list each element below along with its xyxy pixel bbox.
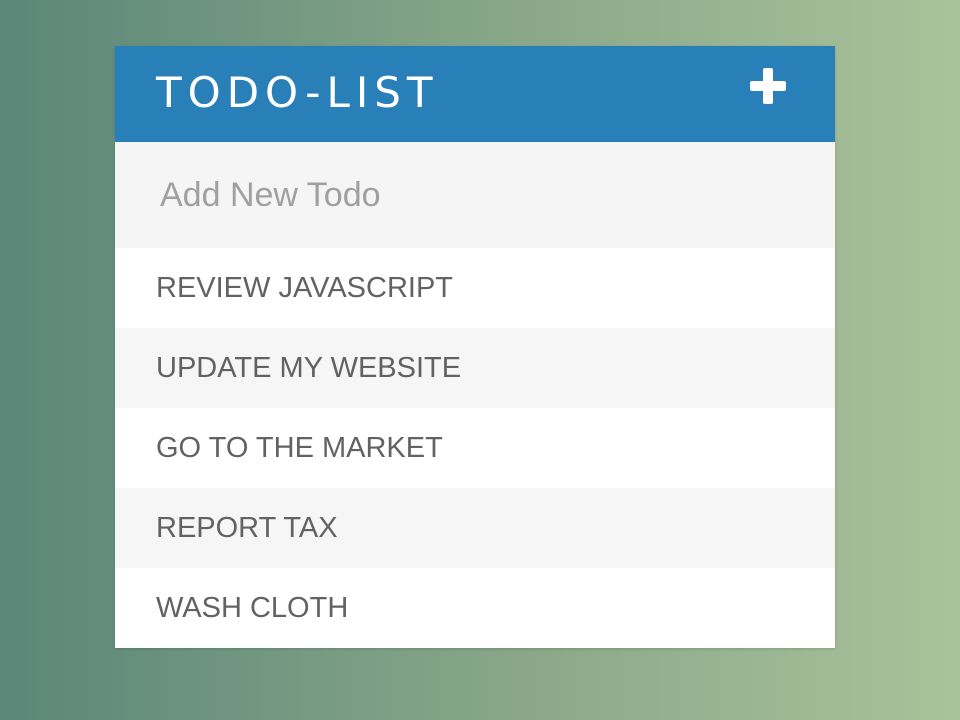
todo-card: TODO-LIST REVIEW JAVASCRIPT UPDATE MY WE… bbox=[115, 46, 835, 648]
todo-list: REVIEW JAVASCRIPT UPDATE MY WEBSITE GO T… bbox=[115, 248, 835, 648]
add-todo-button[interactable] bbox=[748, 66, 788, 106]
todo-header: TODO-LIST bbox=[115, 46, 835, 142]
todo-item[interactable]: UPDATE MY WEBSITE bbox=[115, 328, 835, 408]
todo-item[interactable]: WASH CLOTH bbox=[115, 568, 835, 648]
page-title: TODO-LIST bbox=[156, 68, 439, 117]
todo-item[interactable]: REVIEW JAVASCRIPT bbox=[115, 248, 835, 328]
plus-icon bbox=[750, 68, 786, 104]
todo-item[interactable]: GO TO THE MARKET bbox=[115, 408, 835, 488]
todo-item[interactable]: REPORT TAX bbox=[115, 488, 835, 568]
new-todo-row bbox=[115, 142, 835, 248]
new-todo-input[interactable] bbox=[160, 170, 780, 220]
